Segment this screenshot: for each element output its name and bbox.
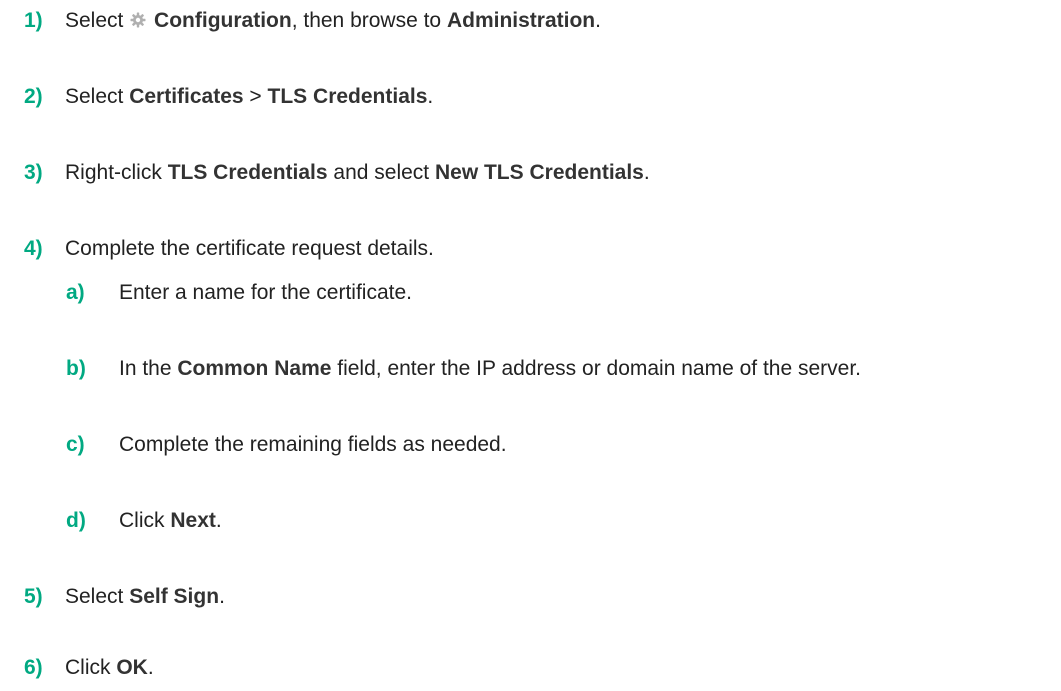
option-self-sign: Self Sign — [129, 585, 220, 608]
step-number: 2) — [24, 85, 43, 108]
substep-text: In the Common Name field, enter the IP a… — [119, 357, 861, 380]
menu-administration: Administration — [446, 9, 596, 32]
menu-configuration: Configuration — [154, 9, 292, 32]
button-next: Next — [170, 509, 216, 532]
substep-letter: d) — [66, 509, 86, 532]
menu-tls-credentials: TLS Credentials — [167, 161, 328, 184]
step-text: Right-click TLS Credentials and select N… — [65, 161, 650, 184]
step-text: Select Certificates > TLS Credentials. — [65, 85, 434, 108]
step-number: 6) — [24, 656, 43, 679]
step-number: 1) — [24, 9, 43, 32]
menu-new-tls-credentials: New TLS Credentials — [434, 161, 644, 184]
button-ok: OK — [116, 656, 148, 679]
step-text: Select Configuration, then browse to Adm… — [65, 9, 601, 32]
step-number: 5) — [24, 585, 43, 608]
step-text: Complete the certificate request details… — [65, 237, 434, 260]
step-number: 3) — [24, 161, 43, 184]
substep-letter: a) — [66, 281, 85, 304]
step-number: 4) — [24, 237, 43, 260]
substep-text: Click Next. — [119, 509, 222, 532]
substep-letter: b) — [66, 357, 86, 380]
substep-text: Enter a name for the certificate. — [119, 281, 412, 304]
step-text: Select Self Sign. — [65, 585, 225, 608]
field-common-name: Common Name — [177, 357, 332, 380]
step-text: Click OK. — [65, 656, 154, 679]
menu-certificates: Certificates — [129, 85, 244, 108]
gear-icon — [130, 12, 146, 28]
substep-text: Complete the remaining fields as needed. — [119, 433, 507, 456]
substep-letter: c) — [66, 433, 85, 456]
menu-tls-credentials: TLS Credentials — [267, 85, 428, 108]
